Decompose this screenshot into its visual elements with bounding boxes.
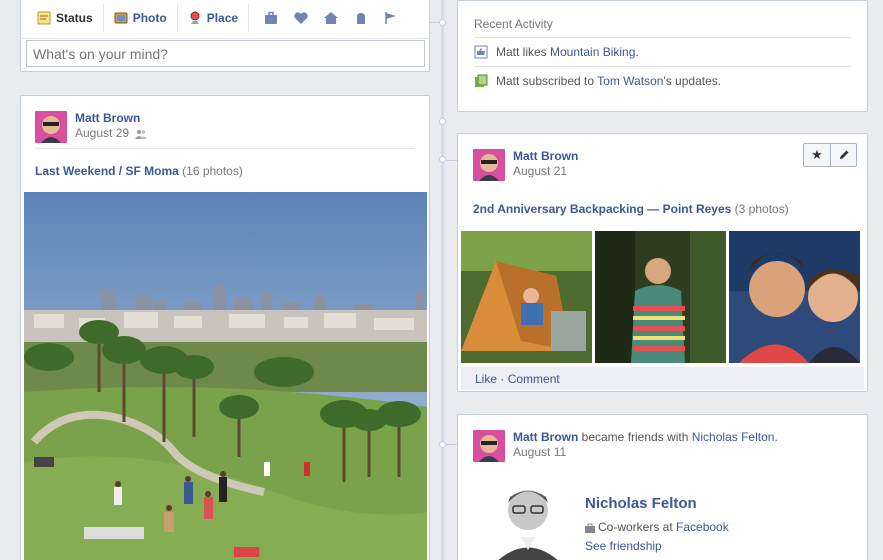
post-album-backpacking: Matt Brown August 21 ★ 2nd Anniversary B… bbox=[457, 133, 868, 392]
briefcase-icon bbox=[585, 523, 595, 533]
post-header: Matt Brown August 29 bbox=[35, 111, 148, 143]
post-date-row: August 29 bbox=[75, 126, 148, 141]
flag-icon[interactable] bbox=[383, 11, 399, 25]
album-thumbnails bbox=[461, 231, 860, 363]
post-header: Matt Brown became friends with Nicholas … bbox=[473, 430, 778, 462]
tab-status-label: Status bbox=[56, 10, 93, 25]
post-date[interactable]: August 21 bbox=[513, 164, 578, 179]
status-icon bbox=[37, 11, 51, 24]
album-link[interactable]: Last Weekend / SF Moma bbox=[35, 164, 179, 178]
post-author[interactable]: Matt Brown bbox=[513, 430, 578, 444]
album-link[interactable]: 2nd Anniversary Backpacking — Point Reye… bbox=[473, 202, 731, 216]
post-friendship: Matt Brown became friends with Nicholas … bbox=[457, 414, 868, 560]
timeline-dot bbox=[439, 156, 446, 163]
timeline-spine bbox=[441, 0, 444, 560]
photo-thumbnail[interactable] bbox=[729, 231, 860, 363]
status-input[interactable] bbox=[26, 40, 425, 67]
like-link[interactable]: Like bbox=[475, 372, 497, 386]
heart-icon[interactable] bbox=[293, 11, 309, 25]
avatar[interactable] bbox=[473, 430, 505, 462]
tom-watson-link[interactable]: Tom Watson bbox=[597, 74, 663, 88]
composer-tabs: Status Photo Place bbox=[21, 0, 429, 39]
album-count: (16 photos) bbox=[178, 164, 243, 178]
tab-place-label: Place bbox=[206, 10, 239, 25]
tab-photo-label: Photo bbox=[132, 10, 167, 25]
briefcase-icon[interactable] bbox=[263, 11, 279, 25]
activity-row: Matt subscribed to Tom Watson's updates. bbox=[474, 66, 851, 95]
place-icon bbox=[190, 11, 200, 24]
recent-activity-title: Recent Activity bbox=[474, 17, 553, 31]
activity-text-post: . bbox=[635, 45, 639, 59]
star-icon: ★ bbox=[811, 147, 823, 162]
post-author[interactable]: Matt Brown bbox=[513, 149, 578, 164]
friendship-end: . bbox=[774, 430, 778, 444]
friend-info: Nicholas Felton Co-workers at Facebook S… bbox=[585, 495, 729, 556]
post-actions: ★ bbox=[803, 143, 857, 167]
connector bbox=[446, 160, 457, 161]
post-date[interactable]: August 29 bbox=[75, 126, 129, 140]
tab-photo[interactable]: Photo bbox=[104, 3, 178, 32]
timeline-dot bbox=[439, 441, 446, 448]
coworkers-text: Co-workers at bbox=[598, 520, 677, 534]
like-page-icon bbox=[474, 45, 488, 59]
divider bbox=[35, 148, 415, 149]
recent-activity-card: Recent Activity Matt likes Mountain Biki… bbox=[457, 0, 868, 112]
photo-thumbnail[interactable] bbox=[595, 231, 726, 363]
activity-row: Matt likes Mountain Biking. bbox=[474, 37, 851, 66]
timeline-dot bbox=[439, 19, 446, 26]
activity-text-post: 's updates. bbox=[663, 74, 722, 88]
post-album-sfmoma: Matt Brown August 29 Last Weekend / SF M… bbox=[20, 95, 430, 560]
photo-thumbnail[interactable] bbox=[461, 231, 592, 363]
life-event-icons bbox=[249, 11, 399, 25]
activity-text: Matt subscribed to Tom Watson's updates. bbox=[496, 74, 721, 88]
friend-profile-photo[interactable] bbox=[483, 475, 573, 560]
tab-place[interactable]: Place bbox=[178, 3, 250, 32]
health-icon[interactable] bbox=[353, 11, 369, 25]
connector bbox=[430, 22, 440, 23]
friend-link[interactable]: Nicholas Felton bbox=[692, 430, 775, 444]
status-composer: Status Photo Place bbox=[20, 0, 430, 72]
album-title: 2nd Anniversary Backpacking — Point Reye… bbox=[473, 202, 789, 216]
post-author[interactable]: Matt Brown bbox=[75, 111, 147, 126]
tab-status[interactable]: Status bbox=[27, 3, 104, 32]
post-header: Matt Brown August 21 bbox=[473, 149, 578, 181]
friendship-headline: Matt Brown became friends with Nicholas … bbox=[513, 430, 778, 445]
see-friendship-link[interactable]: See friendship bbox=[585, 539, 662, 553]
star-button[interactable]: ★ bbox=[804, 144, 830, 166]
see-friendship-row: See friendship bbox=[585, 537, 729, 556]
friends-audience-icon[interactable] bbox=[135, 129, 148, 139]
facebook-link[interactable]: Facebook bbox=[676, 520, 729, 534]
subscribe-icon bbox=[475, 74, 488, 87]
comment-link[interactable]: Comment bbox=[508, 372, 560, 386]
friend-name[interactable]: Nicholas Felton bbox=[585, 495, 729, 512]
post-date[interactable]: August 11 bbox=[513, 445, 778, 460]
album-title: Last Weekend / SF Moma (16 photos) bbox=[35, 164, 243, 178]
photo-icon bbox=[114, 12, 128, 23]
avatar[interactable] bbox=[35, 111, 67, 143]
home-icon[interactable] bbox=[323, 11, 339, 25]
action-separator: · bbox=[497, 372, 508, 386]
like-comment-bar: Like · Comment bbox=[461, 367, 864, 390]
edit-button[interactable] bbox=[830, 144, 856, 166]
activity-text-pre: Matt likes bbox=[496, 45, 551, 59]
timeline-dot bbox=[439, 118, 446, 125]
pencil-icon bbox=[839, 150, 848, 159]
friend-workplace: Co-workers at Facebook bbox=[585, 518, 729, 537]
connector bbox=[446, 444, 457, 445]
activity-text: Matt likes Mountain Biking. bbox=[496, 45, 639, 59]
activity-text-pre: Matt subscribed to bbox=[496, 74, 598, 88]
mountain-biking-link[interactable]: Mountain Biking bbox=[550, 45, 635, 59]
avatar[interactable] bbox=[473, 149, 505, 181]
friendship-action: became friends with bbox=[578, 430, 692, 444]
album-cover-photo[interactable] bbox=[24, 192, 427, 560]
album-count: (3 photos) bbox=[731, 202, 789, 216]
